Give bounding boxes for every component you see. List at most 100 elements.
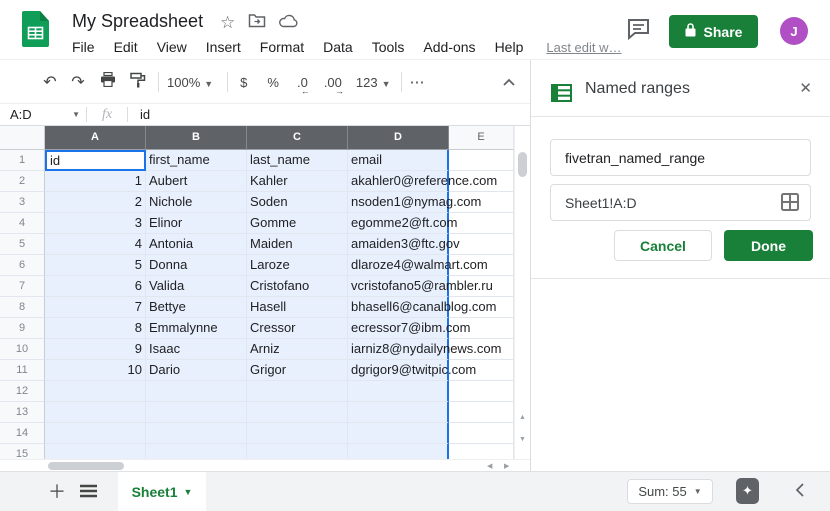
scroll-left-icon[interactable]: ◀ bbox=[487, 463, 492, 470]
redo-icon[interactable]: ↷ bbox=[66, 72, 90, 92]
row-header-1[interactable]: 1 bbox=[0, 150, 45, 171]
grid-cell[interactable]: akahler0@reference.com bbox=[348, 171, 449, 192]
formula-input[interactable]: id bbox=[128, 107, 150, 122]
grid-cell[interactable]: id bbox=[45, 150, 146, 171]
all-sheets-icon[interactable] bbox=[80, 483, 97, 501]
grid-cell[interactable] bbox=[45, 423, 146, 444]
col-header-e[interactable]: E bbox=[449, 126, 514, 150]
grid-corner[interactable] bbox=[0, 126, 45, 150]
grid-cell[interactable]: Dario bbox=[146, 360, 247, 381]
collapse-panel-icon[interactable] bbox=[794, 482, 806, 503]
grid-cell[interactable]: Maiden bbox=[247, 234, 348, 255]
grid-cell[interactable]: Hasell bbox=[247, 297, 348, 318]
grid-cell[interactable]: Donna bbox=[146, 255, 247, 276]
last-edit-link[interactable]: Last edit w… bbox=[546, 40, 621, 55]
row-header-7[interactable]: 7 bbox=[0, 276, 45, 297]
menu-insert[interactable]: Insert bbox=[206, 39, 241, 55]
explore-button[interactable]: ✦ bbox=[736, 478, 759, 504]
grid-cell[interactable] bbox=[247, 381, 348, 402]
grid-cell[interactable]: amaiden3@ftc.gov bbox=[348, 234, 449, 255]
grid-cell[interactable] bbox=[348, 423, 449, 444]
more-toolbar-button[interactable]: ⋯ bbox=[410, 73, 426, 91]
grid-cell[interactable]: dlaroze4@walmart.com bbox=[348, 255, 449, 276]
grid-cell[interactable]: 5 bbox=[45, 255, 146, 276]
menu-edit[interactable]: Edit bbox=[114, 39, 138, 55]
sheets-logo-icon[interactable] bbox=[22, 11, 49, 52]
increase-decimal-button[interactable]: .00→ bbox=[324, 75, 342, 90]
grid-cell[interactable]: Gomme bbox=[247, 213, 348, 234]
grid-cell[interactable] bbox=[449, 381, 514, 402]
grid-cell[interactable] bbox=[449, 423, 514, 444]
grid-cell[interactable]: Kahler bbox=[247, 171, 348, 192]
row-header-5[interactable]: 5 bbox=[0, 234, 45, 255]
row-header-6[interactable]: 6 bbox=[0, 255, 45, 276]
row-header-3[interactable]: 3 bbox=[0, 192, 45, 213]
grid-cell[interactable]: Emmalynne bbox=[146, 318, 247, 339]
menu-view[interactable]: View bbox=[157, 39, 187, 55]
comment-history-icon[interactable] bbox=[627, 18, 650, 45]
grid-cell[interactable]: nsoden1@nymag.com bbox=[348, 192, 449, 213]
grid-cell[interactable]: Elinor bbox=[146, 213, 247, 234]
range-ref-input[interactable] bbox=[550, 184, 811, 221]
grid-cell[interactable]: egomme2@ft.com bbox=[348, 213, 449, 234]
grid-cell[interactable]: first_name bbox=[146, 150, 247, 171]
sheet-tab[interactable]: Sheet1 ▼ bbox=[118, 472, 206, 511]
sum-indicator[interactable]: Sum: 55 ▼ bbox=[627, 479, 713, 504]
grid-cell[interactable] bbox=[247, 402, 348, 423]
grid-cell[interactable]: 2 bbox=[45, 192, 146, 213]
row-header-9[interactable]: 9 bbox=[0, 318, 45, 339]
account-avatar[interactable]: J bbox=[780, 17, 808, 45]
row-header-10[interactable]: 10 bbox=[0, 339, 45, 360]
row-header-4[interactable]: 4 bbox=[0, 213, 45, 234]
grid-cell[interactable]: iarniz8@nydailynews.com bbox=[348, 339, 449, 360]
grid-cell[interactable]: Soden bbox=[247, 192, 348, 213]
grid-cell[interactable]: Bettye bbox=[146, 297, 247, 318]
grid-cell[interactable]: 8 bbox=[45, 318, 146, 339]
undo-icon[interactable]: ↶ bbox=[38, 72, 62, 92]
grid-cell[interactable]: Arniz bbox=[247, 339, 348, 360]
grid-cell[interactable] bbox=[45, 402, 146, 423]
select-data-range-icon[interactable] bbox=[781, 193, 799, 216]
grid-cell[interactable]: Isaac bbox=[146, 339, 247, 360]
row-header-13[interactable]: 13 bbox=[0, 402, 45, 423]
grid-cell[interactable]: 1 bbox=[45, 171, 146, 192]
grid-cell[interactable] bbox=[45, 381, 146, 402]
vertical-scrollbar-thumb[interactable] bbox=[518, 152, 527, 177]
grid-cell[interactable]: 7 bbox=[45, 297, 146, 318]
name-box[interactable]: A:D ▼ bbox=[0, 107, 86, 122]
cloud-status-icon[interactable] bbox=[279, 14, 299, 33]
menu-add-ons[interactable]: Add-ons bbox=[423, 39, 475, 55]
row-header-15[interactable]: 15 bbox=[0, 444, 45, 459]
menu-tools[interactable]: Tools bbox=[372, 39, 405, 55]
close-icon[interactable]: ✕ bbox=[799, 81, 812, 97]
vertical-scrollbar[interactable]: ▲ ▼ bbox=[514, 126, 529, 459]
grid-cell[interactable]: Valida bbox=[146, 276, 247, 297]
row-header-8[interactable]: 8 bbox=[0, 297, 45, 318]
format-currency-button[interactable]: $ bbox=[240, 75, 247, 90]
grid-cell[interactable]: 10 bbox=[45, 360, 146, 381]
row-header-14[interactable]: 14 bbox=[0, 423, 45, 444]
scroll-right-icon[interactable]: ▶ bbox=[504, 463, 509, 470]
grid-cell[interactable]: Aubert bbox=[146, 171, 247, 192]
row-header-12[interactable]: 12 bbox=[0, 381, 45, 402]
grid-cell[interactable] bbox=[348, 402, 449, 423]
grid-cell[interactable]: Cressor bbox=[247, 318, 348, 339]
grid-cell[interactable]: 6 bbox=[45, 276, 146, 297]
grid-cell[interactable]: Cristofano bbox=[247, 276, 348, 297]
scroll-up-icon[interactable]: ▲ bbox=[519, 414, 526, 421]
more-formats-button[interactable]: 123▼ bbox=[356, 75, 391, 90]
grid-cell[interactable] bbox=[45, 444, 146, 459]
print-icon[interactable] bbox=[96, 72, 120, 92]
grid-cell[interactable]: Antonia bbox=[146, 234, 247, 255]
grid-cell[interactable] bbox=[449, 150, 514, 171]
grid-cell[interactable]: Nichole bbox=[146, 192, 247, 213]
grid-cell[interactable]: Laroze bbox=[247, 255, 348, 276]
done-button[interactable]: Done bbox=[724, 230, 813, 261]
star-icon[interactable]: ☆ bbox=[220, 14, 235, 32]
grid-cell[interactable] bbox=[146, 381, 247, 402]
col-header-a[interactable]: A bbox=[45, 126, 146, 150]
menu-help[interactable]: Help bbox=[495, 39, 524, 55]
range-name-input[interactable] bbox=[550, 139, 811, 176]
grid-cell[interactable]: Grigor bbox=[247, 360, 348, 381]
grid-cell[interactable] bbox=[348, 381, 449, 402]
